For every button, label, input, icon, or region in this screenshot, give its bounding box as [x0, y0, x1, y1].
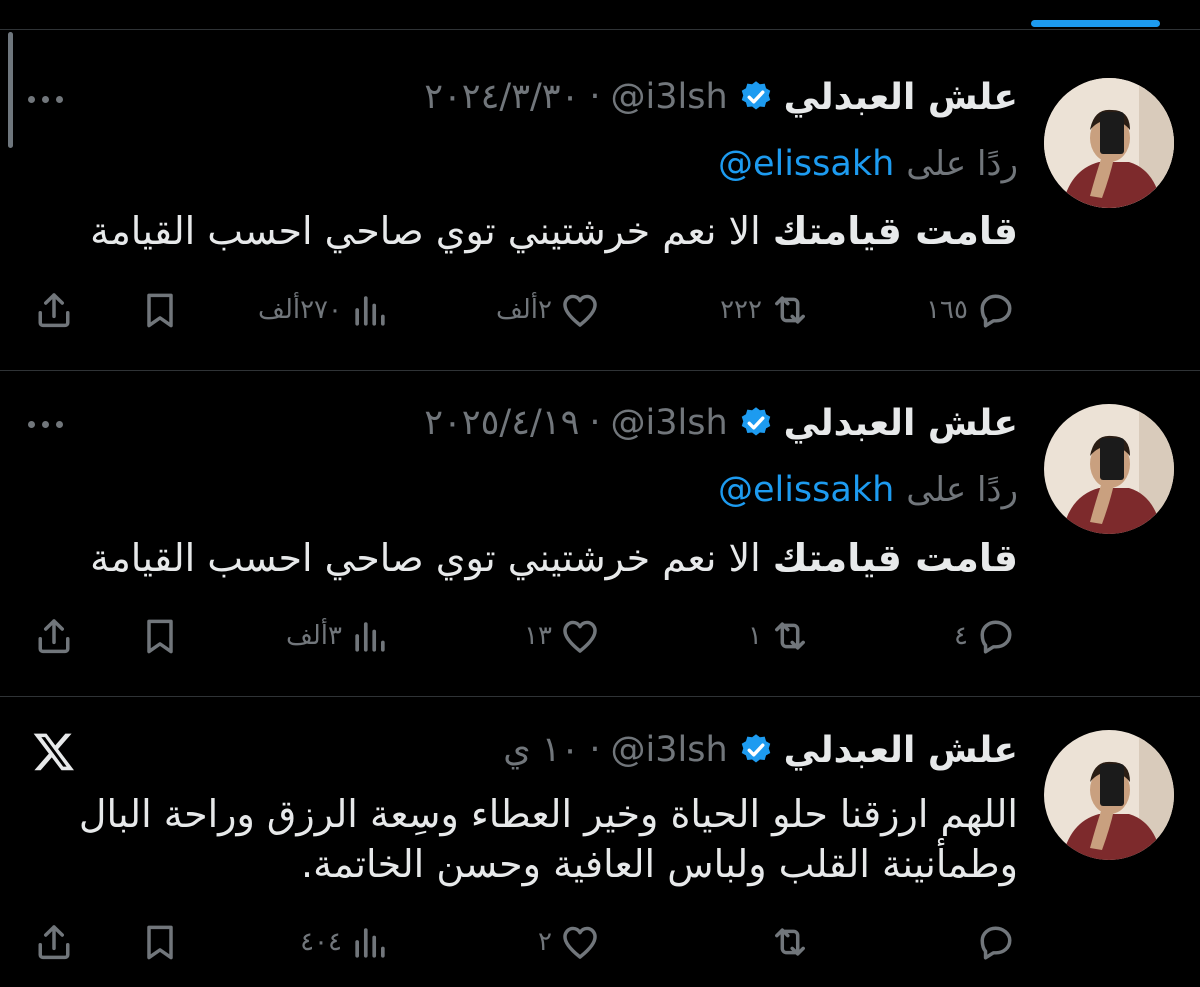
reply-count: ٤ [954, 621, 968, 651]
handle[interactable]: @i3lsh [611, 730, 728, 770]
reply-context: ردًا على @elissakh [718, 466, 1018, 514]
heart-icon [563, 294, 597, 327]
views-button[interactable]: ٤٠٤ [300, 920, 392, 964]
separator-dot: · [589, 77, 601, 117]
verified-badge-icon [741, 407, 770, 436]
more-icon[interactable] [28, 96, 63, 103]
tweet-text-bold: قامت قيامتك [772, 536, 1018, 580]
reply-button[interactable]: ٤ [954, 614, 1018, 658]
like-count: ١٣ [524, 621, 552, 651]
retweet-count: ١ [748, 621, 762, 651]
reply-prefix: ردًا على [906, 144, 1018, 184]
tweet-text: قامت قيامتك الا نعم خرشتيني توي صاحي احس… [28, 533, 1018, 583]
heart-icon [563, 620, 597, 653]
display-name[interactable]: علش العبدلي [784, 77, 1018, 118]
retweet-count: ٢٢٢ [720, 295, 762, 325]
avatar[interactable] [1044, 730, 1174, 860]
reply-icon [980, 926, 1012, 960]
heart-icon [563, 926, 597, 959]
share-button[interactable] [32, 614, 76, 658]
tweet-text: قامت قيامتك الا نعم خرشتيني توي صاحي احس… [28, 206, 1018, 256]
retweet-icon [775, 296, 805, 324]
tweet-header: علش العبدلي @i3lsh · ٢٠٢٥/٤/١٩ [424, 398, 1018, 448]
reply-button[interactable]: ١٦٥ [926, 288, 1018, 332]
views-count: ٢٧٠ألف [258, 295, 342, 325]
timestamp[interactable]: ١٠ ي [503, 730, 579, 770]
handle[interactable]: @i3lsh [611, 403, 728, 443]
reply-icon [980, 620, 1012, 654]
share-icon [38, 619, 70, 654]
avatar[interactable] [1044, 404, 1174, 534]
reply-button[interactable] [968, 920, 1018, 964]
like-count: ٢ألف [495, 295, 552, 325]
reply-icon [980, 294, 1012, 328]
share-icon [38, 925, 70, 960]
bookmark-icon [147, 293, 173, 328]
like-button[interactable]: ٢ألف [496, 288, 602, 332]
tweet-text-line: وطمأنينة القلب ولباس العافية وحسن الخاتم… [301, 842, 1018, 886]
verified-badge-icon [741, 734, 770, 763]
x-logo-icon [33, 733, 74, 771]
retweet-button[interactable]: ١ [748, 614, 812, 658]
share-icon [38, 293, 70, 328]
tweet-text-rest: الا نعم خرشتيني توي صاحي احسب القيامة [90, 209, 773, 253]
reply-prefix: ردًا على [906, 470, 1018, 510]
views-button[interactable]: ٣ألف [286, 614, 392, 658]
reply-mention-link[interactable]: @elissakh [718, 144, 894, 184]
retweet-icon [775, 622, 805, 650]
tweet[interactable]: علش العبدلي @i3lsh · ١٠ ي اللهم ارزقنا ح… [0, 697, 1200, 987]
tweet-text-bold: قامت قيامتك [772, 209, 1018, 253]
share-button[interactable] [32, 920, 76, 964]
views-count: ٣ألف [285, 621, 342, 651]
reply-mention-link[interactable]: @elissakh [718, 470, 894, 510]
bookmark-button[interactable] [138, 614, 182, 658]
share-button[interactable] [32, 288, 76, 332]
views-icon [355, 928, 385, 958]
bookmark-button[interactable] [138, 288, 182, 332]
bookmark-icon [147, 619, 173, 654]
active-tab-indicator [1031, 20, 1160, 27]
tweet[interactable]: علش العبدلي @i3lsh · ٢٠٢٤/٣/٣٠ ردًا على … [0, 30, 1200, 371]
bookmark-icon [147, 925, 173, 960]
separator-dot: · [589, 403, 601, 443]
handle[interactable]: @i3lsh [611, 77, 728, 117]
bookmark-button[interactable] [138, 920, 182, 964]
like-button[interactable]: ١٣ [524, 614, 602, 658]
tweet-header: علش العبدلي @i3lsh · ١٠ ي [503, 725, 1018, 775]
views-icon [355, 296, 385, 326]
tweet[interactable]: علش العبدلي @i3lsh · ٢٠٢٥/٤/١٩ ردًا على … [0, 371, 1200, 697]
separator-dot: · [589, 730, 601, 770]
views-button[interactable]: ٢٧٠ألف [258, 288, 392, 332]
timestamp[interactable]: ٢٠٢٥/٤/١٩ [424, 403, 579, 443]
like-count: ٢ [538, 927, 552, 957]
tweet-text-rest: الا نعم خرشتيني توي صاحي احسب القيامة [90, 536, 773, 580]
retweet-button[interactable]: ٢٢٢ [720, 288, 812, 332]
reply-count: ١٦٥ [926, 295, 968, 325]
views-icon [355, 622, 385, 652]
like-button[interactable]: ٢ [538, 920, 602, 964]
retweet-button[interactable] [762, 920, 812, 964]
display-name[interactable]: علش العبدلي [784, 730, 1018, 771]
tweet-text: اللهم ارزقنا حلو الحياة وخير العطاء وسِع… [28, 789, 1018, 889]
display-name[interactable]: علش العبدلي [784, 403, 1018, 444]
tweet-header: علش العبدلي @i3lsh · ٢٠٢٤/٣/٣٠ [424, 72, 1018, 122]
views-count: ٤٠٤ [300, 927, 342, 957]
tweet-text-line: اللهم ارزقنا حلو الحياة وخير العطاء وسِع… [78, 792, 1018, 836]
reply-context: ردًا على @elissakh [718, 140, 1018, 188]
timestamp[interactable]: ٢٠٢٤/٣/٣٠ [424, 77, 579, 117]
verified-badge-icon [741, 81, 770, 110]
retweet-icon [775, 928, 805, 956]
more-icon[interactable] [28, 421, 63, 428]
avatar[interactable] [1044, 78, 1174, 208]
